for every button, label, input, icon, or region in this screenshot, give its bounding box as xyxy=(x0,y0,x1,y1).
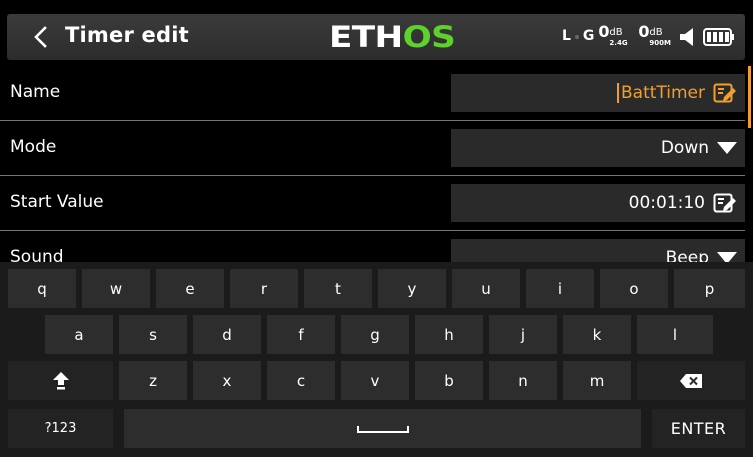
start-value-label: Start Value xyxy=(10,192,104,212)
key-w[interactable]: w xyxy=(82,269,150,308)
rssi-900m: 0 dB 900M xyxy=(638,22,674,52)
receiver-l-indicator: L xyxy=(562,28,571,44)
key-l[interactable]: l xyxy=(637,315,713,354)
timer-form: Name BattTimer Mode Down Start Value 00:… xyxy=(0,66,753,262)
backspace-key[interactable] xyxy=(637,361,745,400)
key-m[interactable]: m xyxy=(563,361,631,400)
rssi-2.4g-value: 0 xyxy=(598,22,610,41)
name-value: BattTimer xyxy=(616,83,705,103)
logo-part-eth: ETH xyxy=(329,20,403,54)
mode-dropdown[interactable]: Down xyxy=(451,129,745,167)
key-r[interactable]: r xyxy=(230,269,298,308)
key-x[interactable]: x xyxy=(193,361,261,400)
shift-key[interactable] xyxy=(8,361,113,400)
key-a[interactable]: a xyxy=(45,315,113,354)
sound-value: Beep xyxy=(665,248,709,262)
form-row-mode: Mode Down xyxy=(0,121,745,176)
mode-label: Mode xyxy=(10,137,57,157)
rssi-900m-unit: dB xyxy=(649,27,663,38)
form-row-sound: Sound Beep xyxy=(0,231,745,262)
on-screen-keyboard: q w e r t y u i o p a s d f g h j k l z … xyxy=(0,262,753,457)
key-z[interactable]: z xyxy=(119,361,187,400)
caret-down-icon xyxy=(717,142,737,154)
space-key[interactable] xyxy=(124,409,641,448)
page-title: Timer edit xyxy=(65,23,189,47)
title-bar: Timer edit ETHOS L G 0 dB 2.4G 0 dB 900M xyxy=(7,14,745,60)
key-u[interactable]: u xyxy=(452,269,520,308)
start-value-value: 00:01:10 xyxy=(628,193,705,213)
key-b[interactable]: b xyxy=(415,361,483,400)
key-n[interactable]: n xyxy=(489,361,557,400)
ethos-logo: ETHOS xyxy=(329,20,456,54)
logo-part-os: OS xyxy=(402,20,456,54)
sound-dropdown[interactable]: Beep xyxy=(451,239,745,262)
name-field[interactable]: BattTimer xyxy=(451,74,745,112)
key-p[interactable]: p xyxy=(674,269,745,308)
volume-icon[interactable] xyxy=(678,26,698,48)
key-i[interactable]: i xyxy=(526,269,594,308)
name-label: Name xyxy=(10,82,61,102)
key-s[interactable]: s xyxy=(119,315,187,354)
rssi-2.4g-unit: dB xyxy=(609,27,623,38)
key-k[interactable]: k xyxy=(563,315,631,354)
sound-label: Sound xyxy=(10,247,64,262)
header: Timer edit ETHOS L G 0 dB 2.4G 0 dB 900M xyxy=(0,0,753,66)
mode-value: Down xyxy=(660,138,709,158)
key-y[interactable]: y xyxy=(378,269,446,308)
rssi-900m-value: 0 xyxy=(638,22,650,41)
key-c[interactable]: c xyxy=(267,361,335,400)
key-g[interactable]: g xyxy=(341,315,409,354)
key-v[interactable]: v xyxy=(341,361,409,400)
enter-key[interactable]: ENTER xyxy=(652,409,745,448)
battery-icon xyxy=(703,28,735,46)
form-row-name: Name BattTimer xyxy=(0,66,745,121)
key-o[interactable]: o xyxy=(600,269,668,308)
rssi-900m-band: 900M xyxy=(649,39,671,47)
key-h[interactable]: h xyxy=(415,315,483,354)
status-area: L G 0 dB 2.4G 0 dB 900M xyxy=(562,22,736,52)
backspace-icon xyxy=(680,373,702,388)
start-value-field[interactable]: 00:01:10 xyxy=(451,184,745,222)
scrollbar[interactable] xyxy=(748,66,751,128)
key-f[interactable]: f xyxy=(267,315,335,354)
space-bar-icon xyxy=(356,425,409,433)
shift-icon xyxy=(52,371,69,389)
key-d[interactable]: d xyxy=(193,315,261,354)
key-q[interactable]: q xyxy=(8,269,76,308)
rssi-2.4g-band: 2.4G xyxy=(609,39,628,47)
edit-icon[interactable] xyxy=(713,82,737,104)
back-icon[interactable] xyxy=(29,25,53,49)
edit-icon[interactable] xyxy=(713,192,737,214)
key-j[interactable]: j xyxy=(489,315,557,354)
receiver-g-indicator: G xyxy=(582,28,595,44)
form-row-start-value: Start Value 00:01:10 xyxy=(0,176,745,231)
caret-down-icon xyxy=(717,252,737,262)
rssi-2.4g: 0 dB 2.4G xyxy=(598,22,634,52)
numbers-key[interactable]: ?123 xyxy=(8,409,113,448)
link-dot-icon xyxy=(574,35,579,39)
key-e[interactable]: e xyxy=(156,269,224,308)
key-t[interactable]: t xyxy=(304,269,372,308)
